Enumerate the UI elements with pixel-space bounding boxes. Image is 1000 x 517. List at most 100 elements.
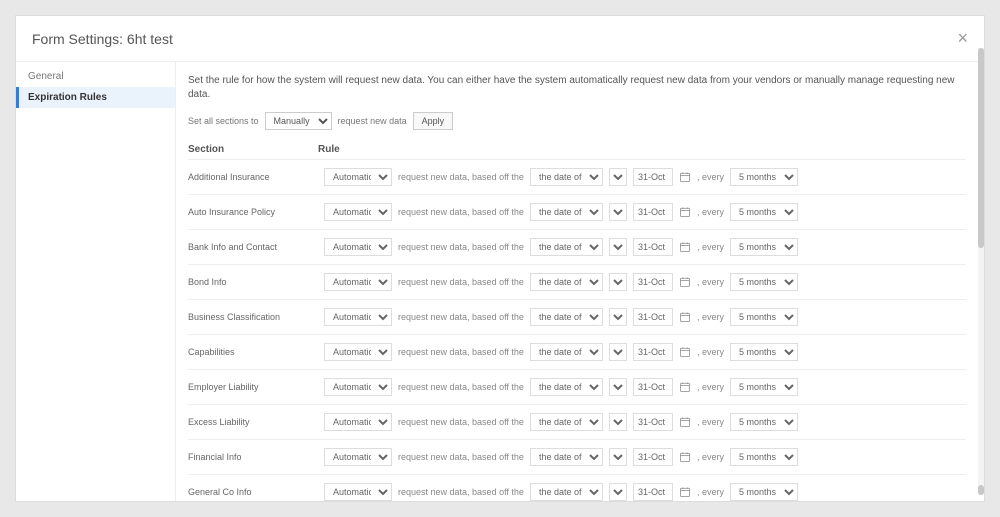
request-text: request new data, based off the <box>398 487 524 497</box>
rule-mode-select[interactable]: Automatically <box>324 448 392 466</box>
rule-mode-select[interactable]: Automatically <box>324 238 392 256</box>
request-text: request new data, based off the <box>398 172 524 182</box>
rule-mode-select[interactable]: Automatically <box>324 168 392 186</box>
date-field-select[interactable] <box>609 448 627 466</box>
sidebar-item-general[interactable]: General <box>16 66 175 87</box>
section-name: Capabilities <box>188 347 318 357</box>
section-name: Auto Insurance Policy <box>188 207 318 217</box>
date-basis-select[interactable]: the date of <box>530 168 603 186</box>
content-area: Set the rule for how the system will req… <box>176 62 984 501</box>
mass-apply-row: Set all sections to Manually request new… <box>188 112 966 130</box>
date-basis-select[interactable]: the date of <box>530 448 603 466</box>
period-select[interactable]: 5 months <box>730 238 798 256</box>
date-basis-select[interactable]: the date of <box>530 308 603 326</box>
period-select[interactable]: 5 months <box>730 343 798 361</box>
sidebar-item-expiration-rules[interactable]: Expiration Rules <box>16 87 175 108</box>
scrollbar-bottom-indicator <box>978 485 984 495</box>
period-select[interactable]: 5 months <box>730 273 798 291</box>
rule-mode-select[interactable]: Automatically <box>324 378 392 396</box>
form-settings-modal: Form Settings: 6ht test × General Expira… <box>15 15 985 502</box>
date-field-select[interactable] <box>609 413 627 431</box>
date-input[interactable] <box>633 273 673 291</box>
date-basis-select[interactable]: the date of <box>530 273 603 291</box>
rule-mode-select[interactable]: Automatically <box>324 343 392 361</box>
date-basis-select[interactable]: the date of <box>530 343 603 361</box>
request-text: request new data, based off the <box>398 277 524 287</box>
every-text: , every <box>697 242 724 252</box>
header-section: Section <box>188 144 318 155</box>
rule-mode-select[interactable]: Automatically <box>324 203 392 221</box>
request-text: request new data, based off the <box>398 452 524 462</box>
modal-title: Form Settings: 6ht test <box>32 31 957 47</box>
date-input[interactable] <box>633 203 673 221</box>
date-field-select[interactable] <box>609 483 627 501</box>
date-input[interactable] <box>633 378 673 396</box>
rule-row: Excess LiabilityAutomaticallyrequest new… <box>188 404 966 439</box>
date-field-select[interactable] <box>609 203 627 221</box>
close-button[interactable]: × <box>957 28 968 49</box>
date-input[interactable] <box>633 238 673 256</box>
every-text: , every <box>697 417 724 427</box>
apply-button[interactable]: Apply <box>413 112 454 130</box>
mass-prefix: Set all sections to <box>188 116 259 126</box>
date-field-select[interactable] <box>609 238 627 256</box>
date-basis-select[interactable]: the date of <box>530 378 603 396</box>
rule-row: Capabilities Automatically request new dat… <box>188 334 966 369</box>
section-name: Additional Insurance <box>188 172 318 182</box>
calendar-icon[interactable] <box>679 451 691 463</box>
date-input[interactable] <box>633 483 673 501</box>
date-field-select[interactable] <box>609 343 627 361</box>
section-name: Bank Info and Contact <box>188 242 318 252</box>
date-input[interactable] <box>633 308 673 326</box>
request-text: request new data, based off the <box>398 347 524 357</box>
calendar-icon[interactable] <box>679 276 691 288</box>
rule-row: Bank Info and ContactAutomaticallyreques… <box>188 229 966 264</box>
date-basis-select[interactable]: the date of <box>530 238 603 256</box>
calendar-icon[interactable] <box>679 381 691 393</box>
calendar-icon[interactable] <box>679 206 691 218</box>
date-field-select[interactable] <box>609 308 627 326</box>
date-input[interactable] <box>633 343 673 361</box>
period-select[interactable]: 5 months <box>730 448 798 466</box>
calendar-icon[interactable] <box>679 416 691 428</box>
mass-action-text: request new data <box>338 116 407 126</box>
calendar-icon[interactable] <box>679 241 691 253</box>
calendar-icon[interactable] <box>679 346 691 358</box>
rule-row: Bond InfoAutomaticallyrequest new data, … <box>188 264 966 299</box>
period-select[interactable]: 5 months <box>730 483 798 501</box>
rule-mode-select[interactable]: Automatically <box>324 413 392 431</box>
modal-body: General Expiration Rules Set the rule fo… <box>16 62 984 501</box>
rules-list: Additional Insurance Automatically request… <box>188 159 966 501</box>
date-input[interactable] <box>633 413 673 431</box>
rule-row: Financial InfoAutomaticallyrequest new d… <box>188 439 966 474</box>
intro-text: Set the rule for how the system will req… <box>188 74 966 102</box>
request-text: request new data, based off the <box>398 382 524 392</box>
date-field-select[interactable] <box>609 378 627 396</box>
rule-mode-select[interactable]: Automatically <box>324 308 392 326</box>
scrollbar-thumb[interactable] <box>978 48 984 248</box>
rule-mode-select[interactable]: Automatically <box>324 273 392 291</box>
mass-mode-select[interactable]: Manually <box>265 112 332 130</box>
period-select[interactable]: 5 months <box>730 378 798 396</box>
date-basis-select[interactable]: the date of <box>530 203 603 221</box>
rule-mode-select[interactable]: Automatically <box>324 483 392 501</box>
every-text: , every <box>697 277 724 287</box>
date-input[interactable] <box>633 168 673 186</box>
date-basis-select[interactable]: the date of <box>530 413 603 431</box>
section-name: General Co Info <box>188 487 318 497</box>
section-name: Employer Liability <box>188 382 318 392</box>
rule-row: Business ClassificationAutomaticallyrequ… <box>188 299 966 334</box>
period-select[interactable]: 5 months <box>730 203 798 221</box>
date-input[interactable] <box>633 448 673 466</box>
rule-row: Additional Insurance Automatically request… <box>188 159 966 194</box>
date-field-select[interactable] <box>609 273 627 291</box>
request-text: request new data, based off the <box>398 207 524 217</box>
period-select[interactable]: 5 months <box>730 168 798 186</box>
period-select[interactable]: 5 months <box>730 308 798 326</box>
period-select[interactable]: 5 months <box>730 413 798 431</box>
calendar-icon[interactable] <box>679 311 691 323</box>
date-basis-select[interactable]: the date of <box>530 483 603 501</box>
calendar-icon[interactable] <box>679 486 691 498</box>
calendar-icon[interactable] <box>679 171 691 183</box>
date-field-select[interactable] <box>609 168 627 186</box>
